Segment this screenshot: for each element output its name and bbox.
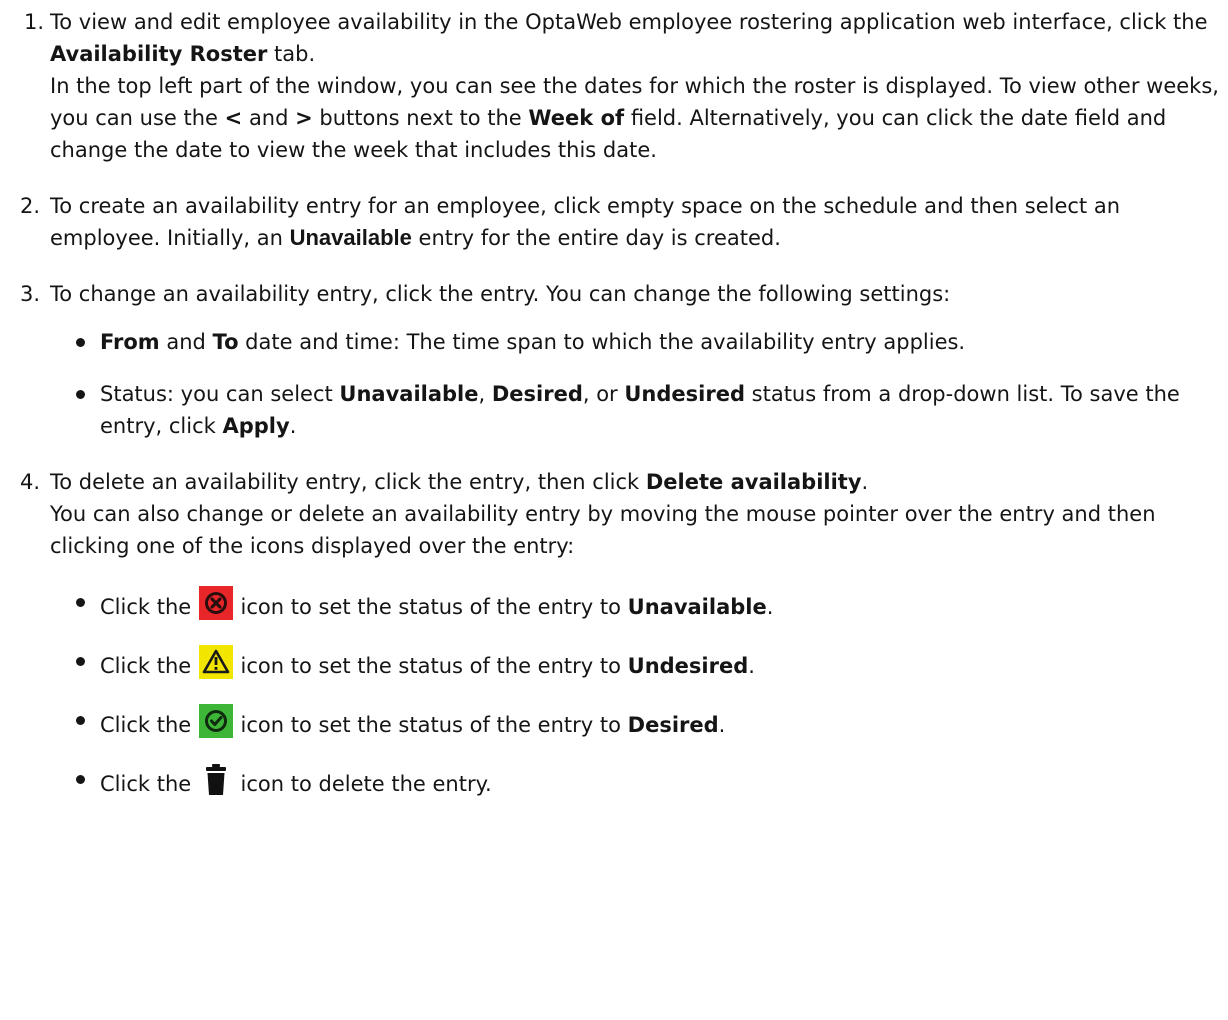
text: icon to set the status of the entry to	[233, 713, 628, 737]
text: To change an availability entry, click t…	[50, 282, 951, 306]
to-term: To	[212, 330, 239, 354]
step-1-paragraph-1: To view and edit employee availability i…	[50, 6, 1228, 70]
text: .	[748, 654, 755, 678]
step-3: 3. To change an availability entry, clic…	[0, 278, 1228, 442]
bullet-icon	[76, 338, 85, 347]
undesired-term: Undesired	[627, 654, 749, 678]
next-week-symbol: >	[295, 106, 313, 130]
step-1-paragraph-2: In the top left part of the window, you …	[50, 70, 1228, 166]
text: To view and edit employee availability i…	[50, 10, 1208, 34]
text: icon to set the status of the entry to	[233, 654, 628, 678]
list-item: Click the icon to set the status of the …	[50, 645, 1228, 682]
apply-term: Apply	[222, 414, 290, 438]
prev-week-symbol: <	[224, 106, 243, 130]
text: To delete an availability entry, click t…	[50, 470, 646, 494]
bullet-icon	[76, 657, 85, 666]
step-4-paragraph-1: To delete an availability entry, click t…	[50, 466, 1228, 498]
delete-availability-term: Delete availability	[645, 470, 862, 494]
step-number: 2.	[20, 194, 41, 218]
list-item: Click the icon to set the status of the …	[50, 586, 1228, 623]
desired-term: Desired	[627, 713, 719, 737]
undesired-term: Undesired	[624, 382, 745, 406]
desired-term: Desired	[491, 382, 583, 406]
step-4-paragraph-2: You can also change or delete an availab…	[50, 502, 1156, 558]
text: date and time: The time span to which th…	[238, 330, 966, 354]
text: Status: you can select	[100, 382, 340, 406]
text: .	[861, 470, 869, 494]
text: Click the	[100, 772, 198, 796]
desired-icon	[198, 704, 233, 738]
bullet-icon	[76, 775, 85, 784]
list-item: Click the icon to delete the entry.	[50, 763, 1228, 800]
step-number: 4.	[20, 470, 41, 494]
text: Click the	[100, 713, 198, 737]
undesired-icon	[198, 645, 233, 679]
step-number: 1.	[24, 10, 45, 34]
bullet-icon	[76, 390, 85, 399]
list-item: From and To date and time: The time span…	[50, 326, 1228, 358]
bullet-icon	[76, 716, 85, 725]
text: Click the	[100, 654, 198, 678]
step-4: 4. To delete an availability entry, clic…	[0, 466, 1228, 800]
settings-list: From and To date and time: The time span…	[50, 326, 1228, 442]
step-1: 1. To view and edit employee availabilit…	[0, 6, 1228, 166]
text: and	[242, 106, 296, 130]
from-term: From	[100, 330, 160, 354]
text: buttons next to the	[312, 106, 529, 130]
list-item: Click the icon to set the status of the …	[50, 704, 1228, 741]
text: .	[289, 414, 297, 438]
availability-roster-term: Availability Roster	[50, 42, 268, 66]
bullet-icon	[76, 598, 85, 607]
procedure-steps: 1. To view and edit employee availabilit…	[0, 6, 1228, 800]
text: and	[159, 330, 213, 354]
step-2: 2. To create an availability entry for a…	[0, 190, 1228, 254]
unavailable-term: Unavailable	[289, 225, 412, 250]
week-of-term: Week of	[528, 106, 625, 130]
text: ,	[478, 382, 492, 406]
text: icon to delete the entry.	[233, 772, 492, 796]
unavailable-term: Unavailable	[627, 595, 767, 619]
unavailable-term: Unavailable	[339, 382, 479, 406]
step-number: 3.	[20, 282, 41, 306]
text: .	[766, 595, 774, 619]
text: , or	[582, 382, 625, 406]
text: tab.	[267, 42, 316, 66]
text: icon to set the status of the entry to	[233, 595, 628, 619]
unavailable-icon	[198, 586, 233, 620]
list-item: Status: you can select Unavailable, Desi…	[50, 378, 1228, 442]
text: entry for the entire day is created.	[411, 226, 781, 250]
icon-actions-list: Click the icon to set the status of the …	[50, 586, 1228, 800]
text: Click the	[100, 595, 198, 619]
trash-icon	[199, 763, 233, 797]
text: .	[718, 713, 726, 737]
document-body: 1. To view and edit employee availabilit…	[0, 6, 1228, 822]
